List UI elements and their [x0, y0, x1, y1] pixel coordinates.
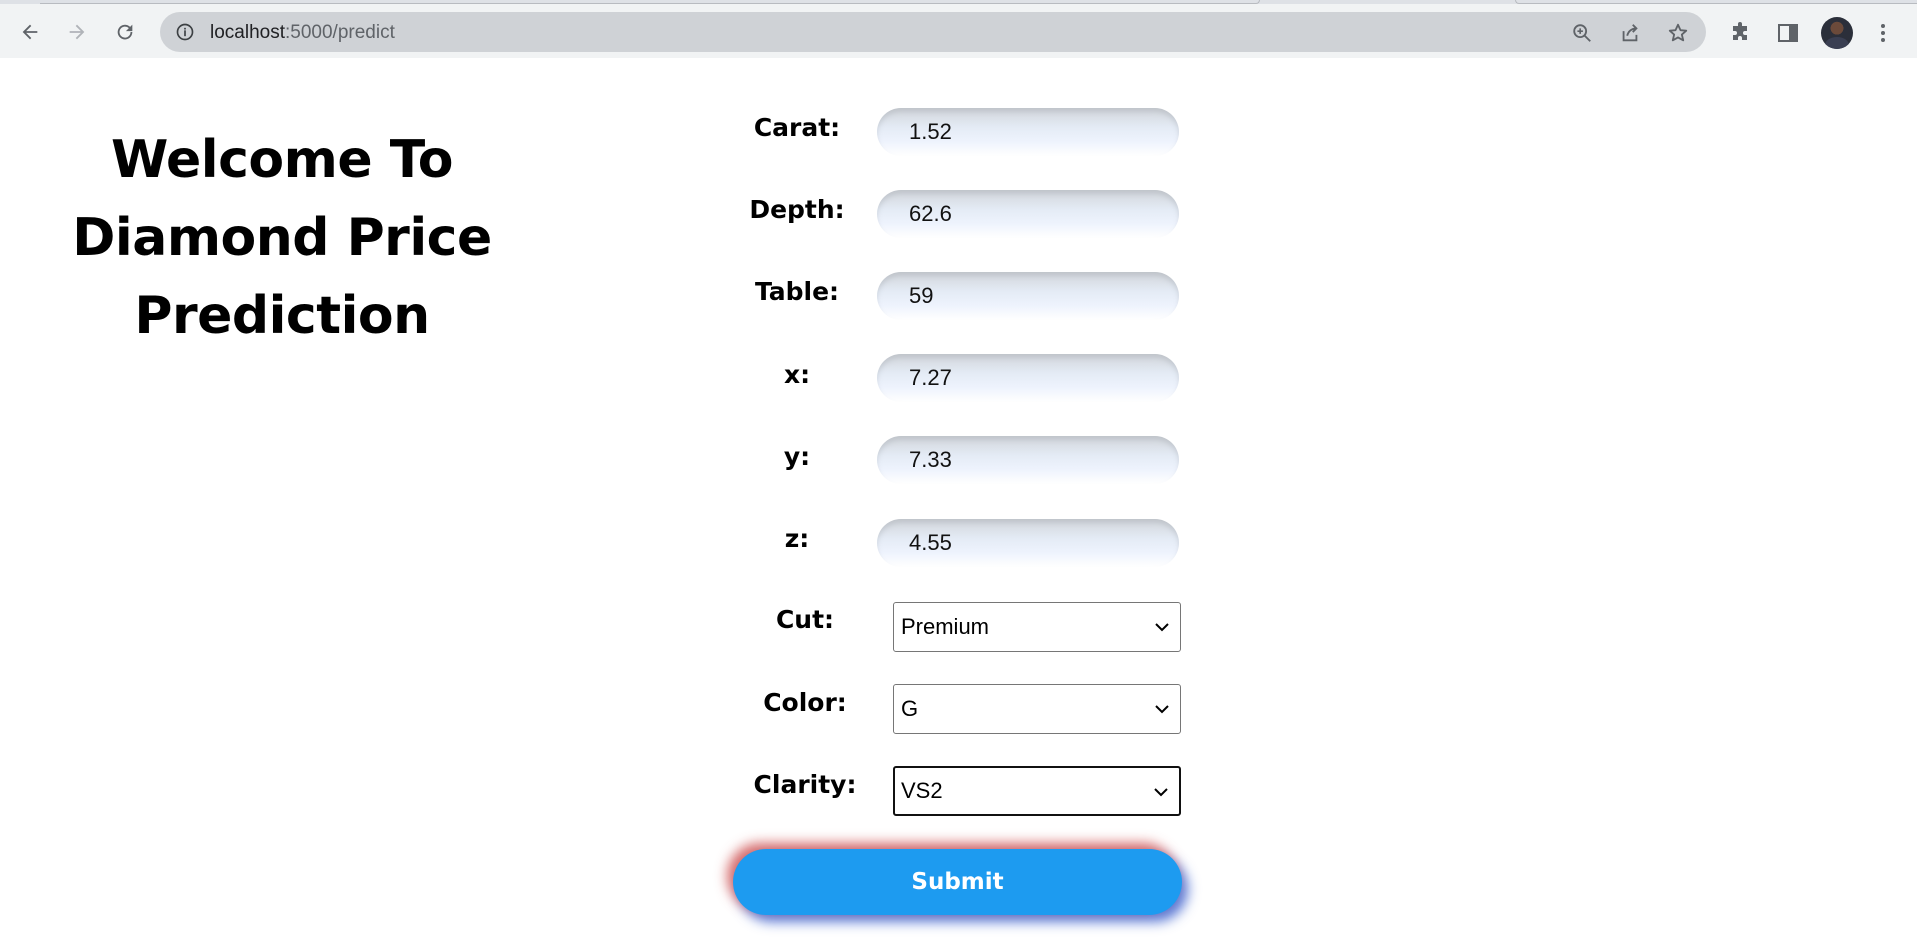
address-bar[interactable]: localhost:5000/predict	[160, 12, 1706, 52]
chevron-down-icon	[1155, 623, 1169, 632]
side-panel-icon[interactable]	[1775, 20, 1801, 46]
depth-label: Depth:	[749, 195, 845, 224]
carat-label: Carat:	[753, 113, 841, 142]
cut-label: Cut:	[775, 605, 835, 634]
info-icon[interactable]	[175, 22, 195, 42]
browser-chrome: localhost:5000/predict	[0, 0, 1917, 58]
cut-selected-value: Premium	[901, 614, 990, 639]
forward-arrow-icon	[69, 24, 85, 40]
page-content: Welcome To Diamond Price Prediction Cara…	[0, 59, 1917, 950]
avatar[interactable]	[1821, 17, 1853, 49]
x-input[interactable]: 7.27	[877, 354, 1179, 402]
table-input[interactable]: 59	[877, 272, 1179, 320]
z-label: z:	[784, 524, 810, 553]
y-input[interactable]: 7.33	[877, 436, 1179, 484]
url-path: :5000/predict	[285, 22, 395, 43]
back-arrow-icon	[22, 24, 38, 40]
y-label: y:	[783, 442, 811, 471]
star-icon[interactable]	[1666, 21, 1690, 45]
reload-button[interactable]	[111, 18, 139, 46]
title-line: Prediction	[134, 286, 430, 346]
color-selected-value: G	[901, 696, 919, 721]
reload-icon	[117, 24, 133, 40]
chevron-down-icon	[1155, 705, 1169, 714]
clarity-select[interactable]: VS2	[893, 766, 1181, 816]
zoom-icon[interactable]	[1570, 21, 1594, 45]
puzzle-icon[interactable]	[1727, 20, 1753, 46]
browser-toolbar: localhost:5000/predict	[0, 4, 1917, 58]
share-icon[interactable]	[1618, 21, 1642, 45]
back-button[interactable]	[16, 18, 44, 46]
clarity-selected-value: VS2	[901, 778, 943, 803]
url-text[interactable]: localhost:5000/predict	[210, 22, 395, 44]
page-title: Welcome To Diamond Price Prediction	[30, 121, 534, 355]
color-label: Color:	[763, 688, 847, 717]
url-host: localhost	[210, 22, 285, 43]
chevron-down-icon	[1154, 788, 1168, 797]
submit-button[interactable]: Submit	[733, 849, 1182, 915]
title-line: Diamond Price	[72, 208, 492, 268]
kebab-menu-icon[interactable]	[1870, 20, 1896, 46]
table-label: Table:	[754, 277, 840, 306]
carat-input[interactable]: 1.52	[877, 108, 1179, 156]
x-label: x:	[783, 360, 811, 389]
title-line: Welcome To	[111, 130, 454, 190]
cut-select[interactable]: Premium	[893, 602, 1181, 652]
clarity-label: Clarity:	[753, 770, 857, 799]
color-select[interactable]: G	[893, 684, 1181, 734]
z-input[interactable]: 4.55	[877, 519, 1179, 567]
depth-input[interactable]: 62.6	[877, 190, 1179, 238]
forward-button[interactable]	[63, 18, 91, 46]
